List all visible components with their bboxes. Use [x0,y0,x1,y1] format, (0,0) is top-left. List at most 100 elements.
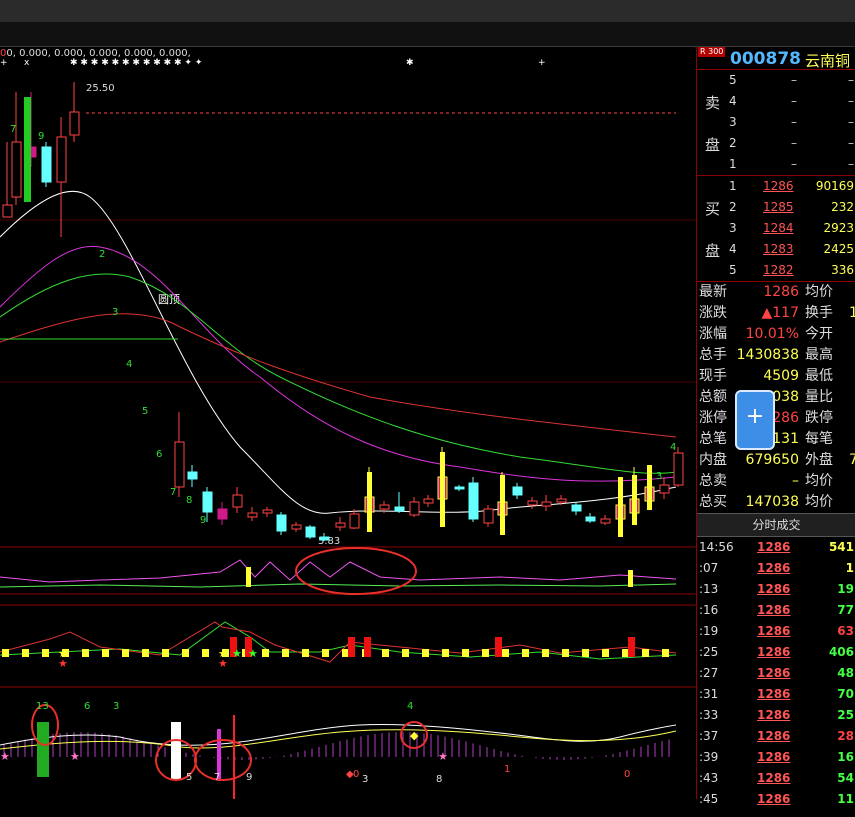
candle-body [41,146,52,183]
tick-row[interactable]: :31 1286 70 [697,684,855,705]
stat-label2: 跌停 [805,410,833,426]
level-label: 3 [729,115,737,129]
signal-block [482,649,489,657]
highlight-circle [295,547,417,595]
stat-value: 131 [772,431,799,447]
stat-value: 1286 [763,284,799,300]
tick-header[interactable]: 分时成交 [697,513,855,537]
price: – [791,115,797,129]
tick-row[interactable]: :19 1286 63 [697,621,855,642]
svg-text:✱ ✱ ✱ ✱ ✱ ✱ ✱ ✱ ✱ ✱ ✱ ✦ ✦: ✱ ✱ ✱ ✱ ✱ ✱ ✱ ✱ ✱ ✱ ✱ ✦ ✦ [70,58,203,68]
top-markers: + x ✱ ✱ ✱ ✱ ✱ ✱ ✱ ✱ ✱ ✱ ✱ ✦ ✦ ✱ + [0,58,546,68]
svg-text:6: 6 [84,701,90,712]
osc-bar [246,567,251,587]
stat-row: 现手 4509 最低 [697,366,855,387]
stock-name[interactable]: 云南铜 [805,50,850,71]
stat-label: 总买 [699,494,727,510]
candle-body [247,512,258,518]
volume: 90169 [815,179,854,193]
osc-line2 [0,583,677,588]
candle-body [571,504,582,512]
tick-row[interactable]: :39 1286 16 [697,747,855,768]
ask-row[interactable]: 4 – – [729,91,855,112]
tick-row[interactable]: :43 1286 54 [697,768,855,789]
pattern-label: 圆顶 [158,293,180,306]
stat-row: 总笔 131 每笔 [697,429,855,450]
stat-value2: 1 [849,305,855,321]
volume-highlight [500,475,505,535]
signal-block [282,649,289,657]
tick-price: 1286 [757,687,791,701]
tick-price: 1286 [757,582,791,596]
stat-label: 现手 [699,368,727,384]
stat-row: 涨幅 10.01% 今开 [697,324,855,345]
bid-row[interactable]: 3 1284 2923 [729,218,855,239]
count-labels: 7923 4567 8943 [10,124,676,526]
tick-price: 1286 [757,792,791,806]
stat-value: 679650 [745,452,799,468]
svg-text:◆: ◆ [410,729,419,742]
candle-body [409,501,420,516]
level-label: 1 [729,179,737,193]
svg-text:9: 9 [200,515,206,526]
ask-row[interactable]: 1 – – [729,154,855,175]
stat-label: 总手 [699,347,727,363]
candle-body [56,136,67,183]
signal-red-bar [628,637,635,657]
tick-row[interactable]: :13 1286 19 [697,579,855,600]
ask-row[interactable]: 3 – – [729,112,855,133]
stat-value: 038 [772,389,799,405]
svg-text:x: x [24,58,30,68]
tick-row[interactable]: :25 1286 406 [697,642,855,663]
signal-block [122,649,129,657]
price: – [791,73,797,87]
tick-row[interactable]: :33 1286 25 [697,705,855,726]
price: – [791,157,797,171]
ask-book: 卖 盘 5 – – 4 – – 3 – – 2 – – 1 – – [697,70,855,176]
bid-row[interactable]: 2 1285 232 [729,197,855,218]
bid-row[interactable]: 1 1286 90169 [729,176,855,197]
tick-volume: 11 [837,792,854,806]
signal-block [262,649,269,657]
signal-block [342,649,349,657]
candle-body [512,486,523,496]
candles [2,82,684,541]
candle-body [454,486,465,490]
tick-price: 1286 [757,540,791,554]
tick-row[interactable]: :27 1286 48 [697,663,855,684]
ask-row[interactable]: 5 – – [729,70,855,91]
candle-body [585,516,596,522]
price: 1285 [763,200,794,214]
toolbar-band [0,22,855,46]
candle-body [174,441,185,488]
volume: – [848,157,854,171]
tick-row[interactable]: :07 1286 1 [697,558,855,579]
tick-row[interactable]: :16 1286 77 [697,600,855,621]
osc-line [0,559,677,583]
stock-code[interactable]: 000878 [730,49,801,69]
kline-chart[interactable]: 00, 0.000, 0.000, 0.000, 0.000, 0.000, +… [0,47,696,799]
level-label: 4 [729,242,737,256]
mobile-icon[interactable]: + [735,390,775,450]
volume: 2425 [823,242,854,256]
signal-block [102,649,109,657]
signal-block [442,649,449,657]
svg-text:2: 2 [99,249,105,260]
signal-block [542,649,549,657]
candle-body [527,500,538,506]
hist-line [0,723,677,746]
stat-label2: 最低 [805,368,833,384]
bid-row[interactable]: 4 1283 2425 [729,239,855,260]
tick-row[interactable]: :37 1286 28 [697,726,855,747]
svg-text:★: ★ [218,657,228,670]
tick-volume: 48 [837,666,854,680]
svg-text:★: ★ [248,647,258,660]
signal-block [602,649,609,657]
tick-volume: 77 [837,603,854,617]
tick-row[interactable]: 14:56 1286 541 [697,537,855,558]
bid-row[interactable]: 5 1282 336 [729,260,855,281]
ask-row[interactable]: 2 – – [729,133,855,154]
tick-row[interactable]: :45 1286 11 [697,789,855,810]
stat-label: 最新 [699,284,727,300]
svg-text:6: 6 [156,449,162,460]
